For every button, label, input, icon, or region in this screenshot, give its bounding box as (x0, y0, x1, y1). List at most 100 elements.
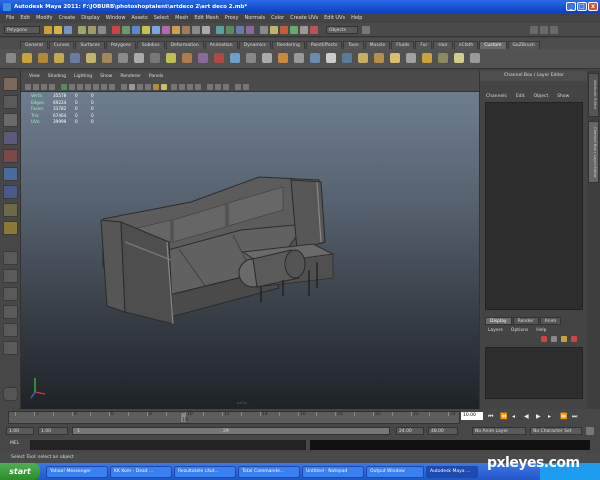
show-channel-box-icon[interactable] (550, 26, 558, 34)
shelf-tab-fur[interactable]: Fur (415, 41, 433, 49)
shelf-tab-muscle[interactable]: Muscle (364, 41, 391, 49)
poly-cube-icon[interactable] (70, 53, 80, 63)
xray-joints-icon[interactable] (187, 84, 193, 90)
panel-menu-show[interactable]: Show (96, 74, 116, 79)
menu-color[interactable]: Color (268, 15, 287, 21)
layout-hypershade-icon[interactable] (3, 341, 18, 355)
select-by-hierarchy-icon[interactable] (78, 26, 86, 34)
step-back-frame-icon[interactable]: ◂ (512, 413, 515, 420)
soft-mod-tool-icon[interactable] (3, 203, 18, 217)
snap-curve-icon[interactable] (226, 26, 234, 34)
hypershade-icon[interactable] (310, 26, 318, 34)
shelf-tab-animation[interactable]: Animation (204, 41, 238, 49)
go-to-start-icon[interactable]: ⏮ (488, 413, 493, 421)
ipr-render-icon[interactable] (290, 26, 298, 34)
mask-handle-icon[interactable] (112, 26, 120, 34)
ball-icon[interactable] (214, 53, 224, 63)
task-rezultatele[interactable]: Rezultatele căut... (174, 465, 236, 478)
smooth-shade-icon[interactable] (129, 84, 135, 90)
shelf-tab-painteffects[interactable]: PaintEffects (305, 41, 343, 49)
shelf-tab-subdivs[interactable]: Subdivs (136, 41, 165, 49)
menu-help[interactable]: Help (348, 15, 365, 21)
menu-window[interactable]: Window (103, 15, 129, 21)
character-set-dropdown[interactable]: No Character Set (530, 427, 582, 435)
task-autodesk-maya[interactable]: Autodesk Maya ... (426, 465, 478, 478)
shelf-menu-icon[interactable] (6, 53, 16, 63)
poly-grid-icon[interactable] (54, 53, 64, 63)
shelf-tab-custom[interactable]: Custom (479, 41, 507, 49)
shelf-tab-fluids[interactable]: Fluids (391, 41, 415, 49)
mask-render-icon[interactable] (172, 26, 180, 34)
layer-menu-help[interactable]: Help (536, 328, 554, 333)
layout-four-icon[interactable] (3, 269, 18, 283)
menu-create[interactable]: Create (56, 15, 79, 21)
minimize-button[interactable]: _ (566, 2, 576, 11)
start-time-field[interactable]: 1.00 (6, 427, 34, 435)
layout-outliner-icon[interactable] (3, 305, 18, 319)
poly-tool-icon[interactable] (22, 53, 32, 63)
selection-mode-field[interactable]: Objects (326, 26, 358, 34)
move-tool-icon[interactable] (3, 131, 18, 145)
boolean-icon[interactable] (342, 53, 352, 63)
panel-menu-renderer[interactable]: Renderer (116, 74, 145, 79)
render-frame-icon[interactable] (280, 26, 288, 34)
lock-selection-icon[interactable] (192, 26, 200, 34)
menu-mesh[interactable]: Mesh (172, 15, 191, 21)
step-forward-key-icon[interactable]: ⏩ (560, 413, 567, 420)
shelf-tab-gozbrush[interactable]: GoZBrush (507, 41, 540, 49)
combine-icon[interactable] (310, 53, 320, 63)
new-layer-icon[interactable] (561, 336, 567, 342)
high-quality-icon[interactable] (207, 84, 213, 90)
task-output-window[interactable]: Output Window (366, 465, 424, 478)
xray-icon[interactable] (179, 84, 185, 90)
step-forward-frame-icon[interactable]: ▸ (548, 413, 551, 420)
mask-joint-icon[interactable] (122, 26, 130, 34)
bridge-icon[interactable] (406, 53, 416, 63)
menuset-dropdown[interactable]: Polygons (4, 26, 40, 34)
highlight-selection-icon[interactable] (202, 26, 210, 34)
start-button[interactable]: start (0, 463, 40, 480)
move-layer-up-icon[interactable] (541, 336, 547, 342)
panel-menu-panels[interactable]: Panels (145, 74, 167, 79)
shadows-icon[interactable] (161, 84, 167, 90)
shelf-tab-curves[interactable]: Curves (48, 41, 75, 49)
motion-blur-icon[interactable] (223, 84, 229, 90)
save-scene-icon[interactable] (64, 26, 72, 34)
select-by-component-icon[interactable] (98, 26, 106, 34)
wedge-icon[interactable] (374, 53, 384, 63)
task-yahoo-messenger[interactable]: Yahoo! Messenger (46, 465, 108, 478)
layout-graph-icon[interactable] (3, 323, 18, 337)
select-tool-icon[interactable] (3, 77, 18, 91)
attribute-editor-tab[interactable]: Attribute Editor (588, 73, 599, 117)
menu-edit-mesh[interactable]: Edit Mesh (191, 15, 221, 21)
playback-end-field[interactable]: 24.00 (396, 427, 424, 435)
channel-box-area[interactable] (485, 102, 583, 310)
manipulator-tool-icon[interactable] (3, 185, 18, 199)
task-notepad[interactable]: Untitled - Notepad (302, 465, 364, 478)
play-backwards-icon[interactable]: ◀ (524, 413, 529, 420)
ambient-occlusion-icon[interactable] (215, 84, 221, 90)
merge-icon[interactable] (166, 53, 176, 63)
menu-display[interactable]: Display (78, 15, 102, 21)
light-icon[interactable] (278, 53, 288, 63)
shelf-tab-polygons[interactable]: Polygons (105, 41, 136, 49)
menu-normals[interactable]: Normals (241, 15, 268, 21)
sphere-icon[interactable] (118, 53, 128, 63)
paint-select-tool-icon[interactable] (3, 113, 18, 127)
layer-tab-display[interactable]: Display (485, 317, 512, 325)
menu-file[interactable]: File (3, 15, 17, 21)
scale-tool-icon[interactable] (3, 167, 18, 181)
show-manipulator-icon[interactable] (3, 221, 18, 235)
snap-grid-icon[interactable] (216, 26, 224, 34)
layer-tab-render[interactable]: Render (512, 317, 539, 325)
time-slider-track[interactable]: 2 4 6 8 10 12 14 16 18 20 22 24 10 (8, 411, 460, 424)
menu-edit-uvs[interactable]: Edit UVs (321, 15, 348, 21)
anim-layer-dropdown[interactable]: No Anim Layer (472, 427, 526, 435)
new-layer-selected-icon[interactable] (571, 336, 577, 342)
bookmark-icon[interactable] (41, 84, 47, 90)
channel-menu-channels[interactable]: Channels (486, 94, 516, 99)
menu-assets[interactable]: Assets (128, 15, 150, 21)
close-button[interactable]: x (588, 2, 598, 11)
snap-surface-icon[interactable] (246, 26, 254, 34)
menu-edit[interactable]: Edit (17, 15, 33, 21)
